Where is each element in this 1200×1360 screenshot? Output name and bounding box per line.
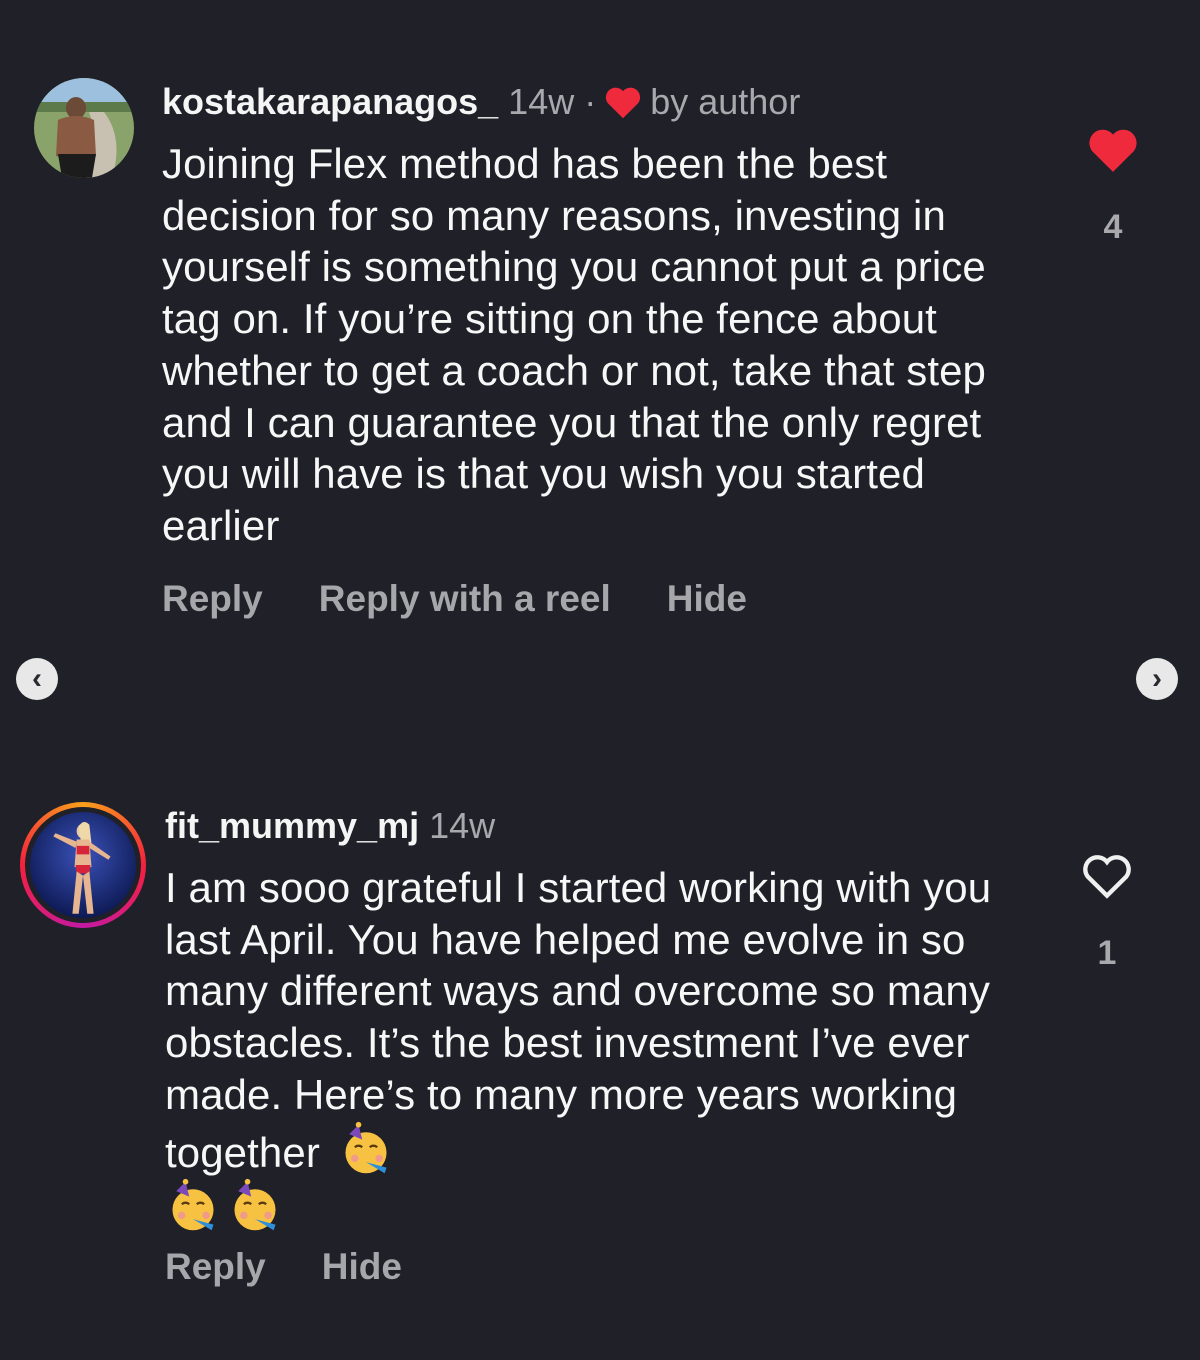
partying-face-emoji — [338, 1121, 394, 1177]
like-count: 4 — [1103, 208, 1123, 246]
partying-face-emoji — [227, 1178, 283, 1234]
reply-with-reel-button[interactable]: Reply with a reel — [319, 578, 611, 620]
comment-actions: Reply Hide — [165, 1246, 458, 1288]
comment-actions: Reply Reply with a reel Hide — [162, 578, 803, 620]
reply-button[interactable]: Reply — [165, 1246, 266, 1288]
hide-button[interactable]: Hide — [322, 1246, 402, 1288]
reply-button[interactable]: Reply — [162, 578, 263, 620]
chevron-left-icon: ‹ — [32, 662, 42, 695]
story-ring-avatar[interactable] — [20, 802, 146, 928]
comment-header: kostakarapanagos_ 14w · by author — [162, 80, 800, 124]
like-control: 4 — [1086, 126, 1140, 247]
comment-text: I am sooo grateful I started working wit… — [165, 862, 1065, 1236]
heart-outline-icon[interactable] — [1080, 852, 1134, 900]
comment-item: kostakarapanagos_ 14w · by author Joinin… — [0, 0, 1200, 640]
liked-by-author-label: by author — [650, 81, 801, 122]
timestamp: 14w — [508, 81, 575, 122]
separator-dot: · — [584, 81, 597, 122]
comment-text: Joining Flex method has been the best de… — [162, 140, 987, 549]
timestamp: 14w — [429, 805, 496, 846]
avatar[interactable] — [34, 78, 134, 178]
username[interactable]: kostakarapanagos_ — [162, 80, 498, 124]
author-heart-icon — [604, 85, 642, 119]
like-count: 1 — [1097, 934, 1117, 972]
like-control: 1 — [1080, 852, 1134, 973]
username[interactable]: fit_mummy_mj — [165, 804, 419, 848]
previous-button[interactable]: ‹ — [16, 658, 58, 700]
heart-filled-icon[interactable] — [1086, 126, 1140, 174]
chevron-right-icon: › — [1152, 662, 1162, 695]
comment-text-content: I am sooo grateful I started working wit… — [165, 864, 992, 1176]
comment-item: fit_mummy_mj 14w I am sooo grateful I st… — [0, 780, 1200, 1340]
partying-face-emoji — [165, 1178, 221, 1234]
next-button[interactable]: › — [1136, 658, 1178, 700]
hide-button[interactable]: Hide — [667, 578, 747, 620]
comment-header: fit_mummy_mj 14w — [165, 804, 495, 848]
avatar — [30, 812, 136, 918]
